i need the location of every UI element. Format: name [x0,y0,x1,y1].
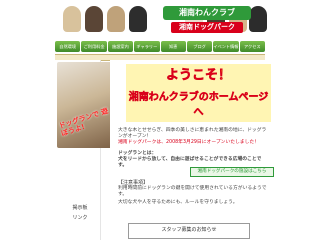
nav-item[interactable]: 自然環境 [55,41,81,52]
dog-photo [85,6,103,32]
logo-subtitle: 湘南ドッグパーク [171,22,243,33]
nav-item[interactable]: ブログ [186,41,213,52]
intro-paragraph: 大きな木とせせらぎ、四季の美しさに恵まれた湘南の地に、ドッグランがオープン！ [118,128,267,139]
sidebar-item[interactable]: リンク [65,214,95,221]
nav-item[interactable]: 知恵 [160,41,186,52]
opening-paragraph: 湘南ドッグパークは、2008年3月29日にオープンいたしました！ [118,140,260,145]
nav-item[interactable]: 施設案内 [107,41,134,52]
promo-text: ドッグランで 遊ぼうよ! [57,106,110,138]
notice-text: 利用時間前にドッグランの鍵を開けて使用されている方がいるようです。 [118,186,267,197]
notice-title: 【注意事項】 [118,180,149,186]
facility-link[interactable]: 湘南ドッグパークの施設はこちら [190,167,274,177]
logo-title: 湘南わんクラブ [163,6,251,20]
welcome-subtitle: 湘南わんクラブのホームページへ [128,92,269,119]
nav-item[interactable]: ギャラリー [134,41,160,52]
dog-photo [63,6,81,32]
welcome-title: ようこそ！ [165,68,232,84]
sidebar-promo-image: ドッグランで 遊ぼうよ! [57,62,115,148]
nav-item[interactable]: ご利用料金 [81,41,107,52]
dog-photo [107,6,125,32]
dog-photo [249,6,267,32]
nav-item[interactable]: アクセス [239,41,265,52]
staff-box-title: スタッフ募集のお知らせ [161,227,217,233]
site-logo[interactable]: 湘南わんクラブ 湘南ドッグパーク [163,4,251,34]
top-navigation: 自然環境 ご利用料金 施設案内 ギャラリー 知恵 ブログ イベント情報 アクセス [55,41,265,52]
sidebar-item[interactable]: 掲示板 [65,204,95,211]
dog-photo [129,6,147,32]
notice-text: 大切な犬や人を守るためにも、ルールを守りましょう。 [118,200,238,205]
welcome-banner: ようこそ！ 湘南わんクラブのホームページへ [126,64,271,122]
header-banner: 湘南わんクラブ 湘南ドッグパーク [55,0,267,40]
nav-item[interactable]: イベント情報 [213,41,239,52]
staff-box[interactable]: スタッフ募集のお知らせ [128,223,250,239]
